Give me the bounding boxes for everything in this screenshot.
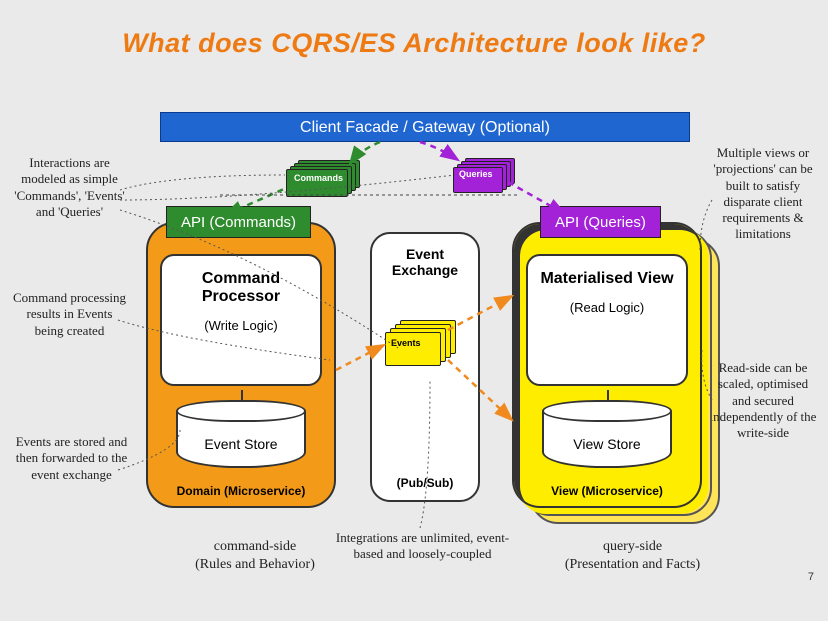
write-microservice: API (Commands) Command Processor (Write … [146,222,336,508]
view-store: View Store [514,400,700,468]
materialised-view-sub: (Read Logic) [528,300,686,315]
command-processor-box: Command Processor (Write Logic) [160,254,322,386]
gateway-bar: Client Facade / Gateway (Optional) [160,112,690,142]
database-icon: Event Store [176,400,306,468]
caption-command-side: command-side(Rules and Behavior) [170,538,340,573]
api-queries-tab: API (Queries) [540,206,661,238]
view-store-label: View Store [542,436,672,452]
materialised-view-box: Materialised View (Read Logic) [526,254,688,386]
slide-title: What does CQRS/ES Architecture look like… [0,28,828,59]
read-microservice: API (Queries) Materialised View (Read Lo… [512,222,702,508]
api-commands-tab: API (Commands) [166,206,311,238]
events-stack-icon: Events [386,320,460,366]
annotation-integrations: Integrations are unlimited, event-based … [335,530,510,563]
queries-stack-label: Queries [459,169,493,179]
annotation-interactions: Interactions are modeled as simple 'Comm… [12,155,127,220]
commands-stack-label: Commands [294,173,343,183]
event-exchange-footer: (Pub/Sub) [372,476,478,490]
queries-stack-icon: Queries [453,158,519,194]
command-processor-sub: (Write Logic) [162,318,320,333]
materialised-view-title: Materialised View [528,270,686,288]
annotation-multiple-views: Multiple views or 'projections' can be b… [708,145,818,243]
read-service-footer: View (Microservice) [514,484,700,498]
caption-query-side: query-side(Presentation and Facts) [540,538,725,573]
events-stack-label: Events [391,338,421,348]
write-service-footer: Domain (Microservice) [148,484,334,498]
annotation-command-processing: Command processing results in Events bei… [12,290,127,339]
command-processor-title: Command Processor [162,270,320,306]
event-store: Event Store [148,400,334,468]
event-exchange-title: Event Exchange [372,246,478,278]
annotation-read-side-scaled: Read-side can be scaled, optimised and s… [708,360,818,441]
database-icon: View Store [542,400,672,468]
event-store-label: Event Store [176,436,306,452]
commands-stack-icon: Commands [288,160,360,198]
annotation-events-stored: Events are stored and then forwarded to … [14,434,129,483]
page-number: 7 [808,571,814,583]
event-exchange-box: Event Exchange (Pub/Sub) [370,232,480,502]
